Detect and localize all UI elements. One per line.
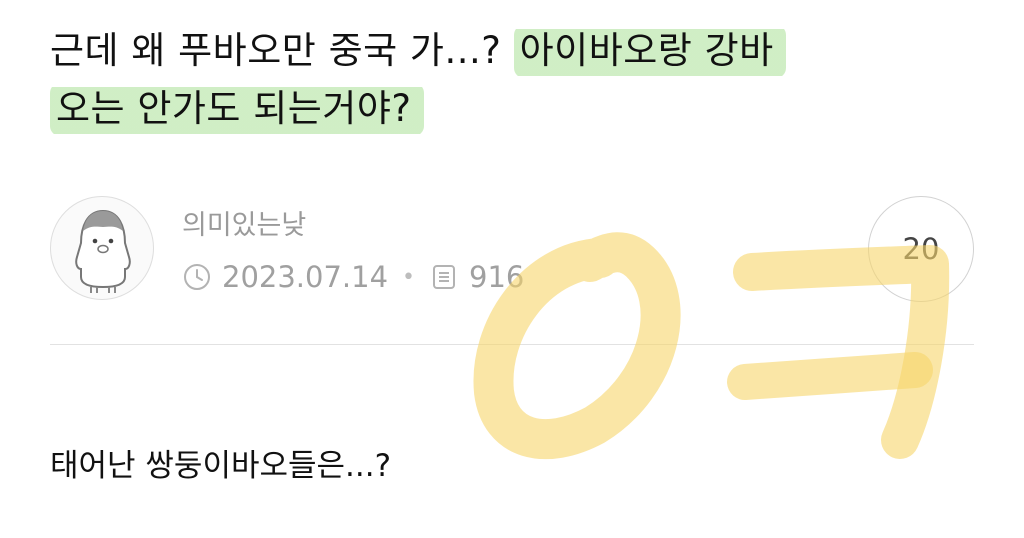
view-count: 916	[469, 260, 525, 294]
post-title: 근데 왜 푸바오만 중국 가...? 아이바오랑 강바 오는 안가도 되는거야?	[50, 25, 980, 142]
post-meta: 2023.07.14 • 916	[182, 258, 524, 296]
author-name[interactable]: 의미있는낮	[182, 203, 306, 242]
post-title-line-1: 근데 왜 푸바오만 중국 가...? 아이바오랑 강바	[50, 25, 980, 84]
document-icon	[433, 265, 456, 289]
penguin-avatar-icon	[75, 209, 131, 293]
comment-count-button[interactable]: 20	[868, 196, 974, 302]
post-title-line-2: 오는 안가도 되는거야?	[50, 83, 980, 142]
divider	[50, 344, 974, 345]
post-date: 2023.07.14	[222, 260, 389, 294]
post-title-text: 근데 왜 푸바오만 중국 가...?	[50, 29, 514, 72]
post-title-highlight: 아이바오랑 강바	[513, 25, 786, 78]
post-title-highlight: 오는 안가도 되는거야?	[50, 83, 424, 136]
meta-separator: •	[402, 264, 416, 290]
avatar[interactable]	[50, 196, 154, 300]
post-body: 태어난 쌍둥이바오들은...?	[50, 448, 392, 484]
comment-count: 20	[902, 232, 940, 266]
clock-icon	[184, 264, 210, 290]
